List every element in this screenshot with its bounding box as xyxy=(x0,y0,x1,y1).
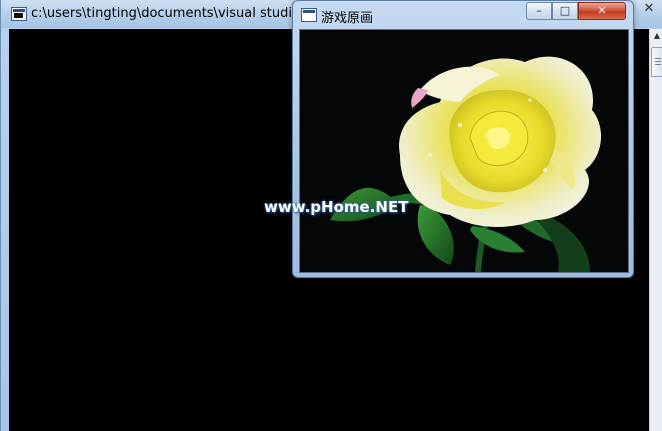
image-window-title: 游戏原画 xyxy=(321,11,374,26)
rose-photo xyxy=(300,30,628,272)
image-display xyxy=(299,29,629,273)
maximize-button[interactable]: □ xyxy=(552,2,578,20)
window-app-icon xyxy=(301,8,317,22)
grip-icon xyxy=(655,58,661,65)
chevron-up-icon[interactable]: ▲ xyxy=(650,29,662,43)
close-button[interactable]: ✕ xyxy=(578,2,626,20)
vertical-scrollbar[interactable]: ▲ xyxy=(649,29,662,431)
minimize-button[interactable]: – xyxy=(526,2,552,20)
console-title: c:\users\tingting\documents\visual studi… xyxy=(31,6,321,21)
scrollbar-thumb[interactable] xyxy=(651,47,662,77)
watermark-text: www.pHome.NET xyxy=(264,198,409,216)
close-icon[interactable]: ✕ xyxy=(635,0,662,18)
console-app-icon xyxy=(11,7,27,21)
image-window[interactable]: 游戏原画 – □ ✕ xyxy=(292,0,634,278)
